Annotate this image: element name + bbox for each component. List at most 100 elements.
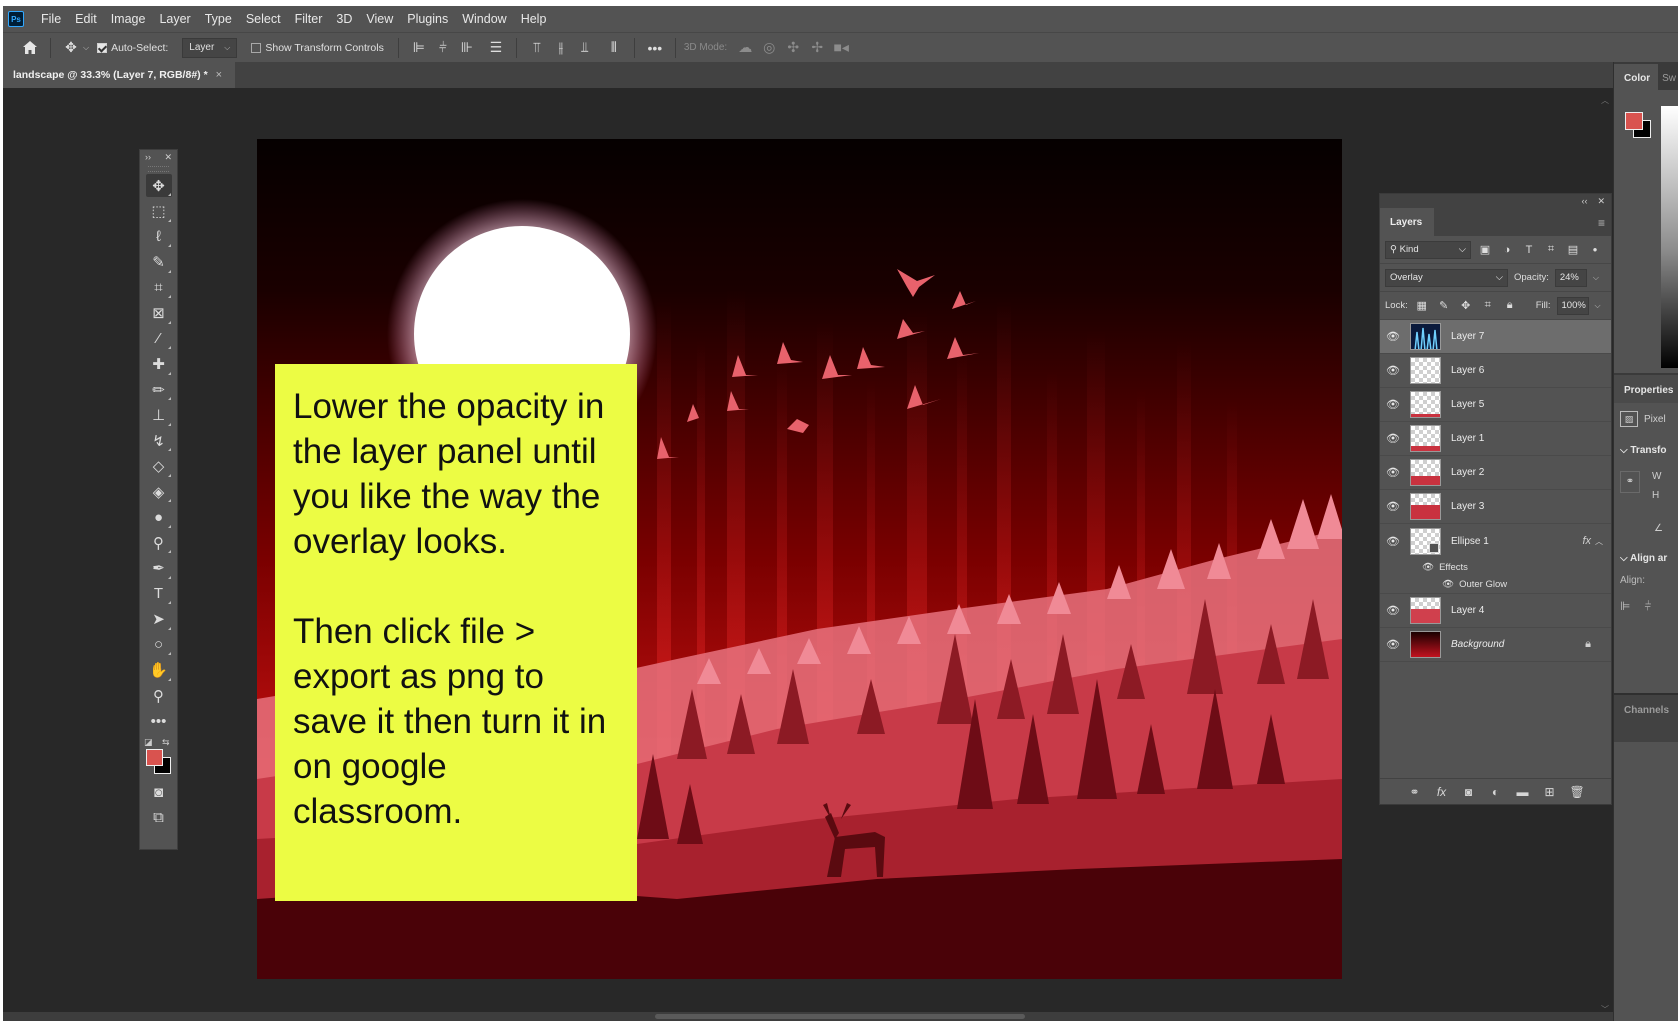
outer-glow-row[interactable]: 👁︎ Outer Glow [1380,576,1611,594]
align-middle-v-icon[interactable]: ⫲ [552,39,570,57]
layer-row-background[interactable]: 👁︎ Background 🔒︎ [1380,628,1611,662]
visibility-eye-icon[interactable]: 👁︎ [1380,364,1406,377]
3d-pan-icon[interactable]: ✣ [784,39,802,57]
new-group-icon[interactable]: ▬ [1516,785,1530,799]
marquee-tool-icon[interactable]: ⬚ [146,200,172,223]
chevron-down-icon[interactable]: ⌵ [83,43,89,53]
layer-row-layer-3[interactable]: 👁︎ Layer 3 [1380,490,1611,524]
default-colors-icon[interactable]: ◪ [144,737,153,748]
menu-3d[interactable]: 3D [329,12,359,26]
layer-row-layer-2[interactable]: 👁︎ Layer 2 [1380,456,1611,490]
chevron-down-icon[interactable]: ⌵ [1595,301,1601,311]
lock-position-icon[interactable]: ✥ [1458,299,1474,312]
chevron-up-icon[interactable]: ︿ [1595,536,1603,547]
crop-tool-icon[interactable]: ⌗ [146,276,172,299]
layer-row-layer-6[interactable]: 👁︎ Layer 6 [1380,354,1611,388]
align-bottom-icon[interactable]: ⫫ [576,39,594,57]
layer-row-layer-5[interactable]: 👁︎ Layer 5 [1380,388,1611,422]
more-options-icon[interactable]: ••• [646,39,664,57]
blend-mode-dropdown[interactable]: Overlay ⌵ [1385,268,1508,287]
visibility-eye-icon[interactable]: 👁︎ [1380,638,1406,651]
menu-file[interactable]: File [34,12,68,26]
chevron-down-icon[interactable]: ⌵ [1620,553,1628,564]
visibility-eye-icon[interactable]: 👁︎ [1380,398,1406,411]
clone-stamp-tool-icon[interactable]: ⊥ [146,404,172,427]
lock-transparent-icon[interactable]: ▦ [1414,299,1430,312]
move-tool-icon[interactable]: ✥ [62,39,80,57]
auto-select-target-dropdown[interactable]: Layer ⌵ [182,37,238,58]
align-center-h-icon[interactable]: ⫩ [434,39,452,57]
menu-window[interactable]: Window [455,12,513,26]
angle-icon[interactable]: ∠ [1654,523,1663,534]
home-icon[interactable] [21,39,39,57]
color-picker-field[interactable] [1661,106,1678,368]
visibility-eye-icon[interactable]: 👁︎ [1422,562,1434,573]
dodge-tool-icon[interactable]: ⚲ [146,531,172,554]
foreground-color-swatch[interactable] [146,748,163,766]
swap-colors-icon[interactable]: ⇆ [162,737,170,748]
frame-tool-icon[interactable]: ⊠ [146,302,172,325]
menu-type[interactable]: Type [198,12,239,26]
show-transform-checkbox[interactable] [251,42,262,53]
3d-slide-icon[interactable]: ✢ [808,39,826,57]
menu-plugins[interactable]: Plugins [400,12,455,26]
path-selection-tool-icon[interactable]: ➤ [146,608,172,631]
tab-swatches[interactable]: Sw [1658,64,1678,90]
eyedropper-tool-icon[interactable]: ⁄ [146,327,172,350]
healing-brush-tool-icon[interactable]: ✚ [146,353,172,376]
zoom-tool-icon[interactable]: ⚲ [146,684,172,707]
scroll-up-icon[interactable]: ︿ [1601,95,1609,106]
tab-color[interactable]: Color [1614,64,1659,90]
filter-pixel-icon[interactable]: ▣ [1477,243,1493,256]
layer-row-layer-4[interactable]: 👁︎ Layer 4 [1380,594,1611,628]
lasso-tool-icon[interactable]: ℓ [146,225,172,248]
link-layers-icon[interactable]: ⚭ [1408,785,1422,799]
chevron-down-icon[interactable]: ⌵ [1620,445,1628,456]
brush-tool-icon[interactable]: ✏ [146,378,172,401]
ellipse-tool-icon[interactable]: ○ [146,633,172,656]
collapse-icon[interactable]: ›› [145,152,151,162]
foreground-color-swatch[interactable] [1625,112,1643,130]
lock-image-icon[interactable]: ✎ [1436,299,1452,312]
menu-image[interactable]: Image [104,12,153,26]
tab-channels[interactable]: Channels [1614,693,1678,723]
move-tool-icon[interactable]: ✥ [145,174,172,197]
history-brush-tool-icon[interactable]: ↯ [146,429,172,452]
lock-all-icon[interactable]: 🔒︎ [1502,299,1518,312]
visibility-eye-icon[interactable]: 👁︎ [1380,432,1406,445]
chevron-down-icon[interactable]: ⌵ [1593,273,1599,283]
new-layer-icon[interactable]: ⊞ [1543,785,1557,799]
add-mask-icon[interactable]: ◙ [1462,785,1476,799]
3d-video-icon[interactable]: ■◂ [832,39,850,57]
properties-panel-title[interactable]: Properties [1614,373,1678,403]
effects-row[interactable]: 👁︎ Effects [1380,558,1611,576]
close-icon[interactable]: ✕ [1597,196,1605,207]
tab-layers[interactable]: Layers [1380,208,1434,236]
filter-kind-dropdown[interactable]: ⚲ Kind ⌵ [1385,240,1471,259]
align-top-icon[interactable]: ⫪ [528,39,546,57]
visibility-eye-icon[interactable]: 👁︎ [1442,579,1454,590]
menu-help[interactable]: Help [514,12,554,26]
adjustment-layer-icon[interactable]: ◐ [1489,785,1503,799]
close-icon[interactable]: ✕ [164,152,172,163]
3d-orbit-icon[interactable]: ☁ [736,39,754,57]
type-tool-icon[interactable]: T [146,582,172,605]
lock-artboard-icon[interactable]: ⌗ [1480,299,1496,312]
horizontal-scroll-thumb[interactable] [655,1014,1025,1019]
pen-tool-icon[interactable]: ✒ [146,557,172,580]
hand-tool-icon[interactable]: ✋ [146,659,172,682]
panel-grip[interactable] [148,166,169,172]
menu-filter[interactable]: Filter [288,12,330,26]
opacity-field[interactable]: 24% [1554,268,1587,287]
edit-toolbar-icon[interactable]: ••• [146,710,172,733]
menu-select[interactable]: Select [239,12,288,26]
menu-layer[interactable]: Layer [152,12,197,26]
fx-icon[interactable]: fx [1582,535,1591,547]
visibility-eye-icon[interactable]: 👁︎ [1380,604,1406,617]
visibility-eye-icon[interactable]: 👁︎ [1380,466,1406,479]
visibility-eye-icon[interactable]: 👁︎ [1380,535,1406,548]
auto-select-checkbox[interactable] [97,42,108,53]
paint-bucket-tool-icon[interactable]: ◈ [146,480,172,503]
filter-type-icon[interactable]: T [1521,244,1537,256]
visibility-eye-icon[interactable]: 👁︎ [1380,500,1406,513]
